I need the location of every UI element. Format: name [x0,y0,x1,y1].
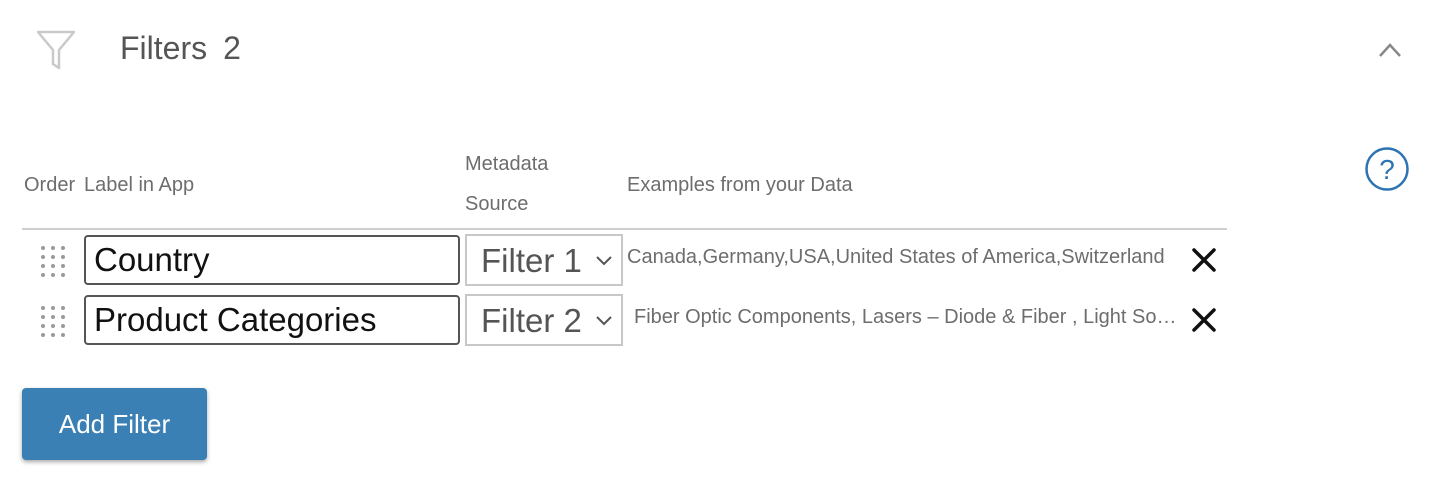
metadata-source-select[interactable]: Filter 1 [465,234,623,286]
chevron-down-icon [596,256,612,266]
page-title: Filters 2 [120,30,241,67]
column-header-order: Order [24,174,76,196]
select-value: Filter 1 [481,242,582,279]
help-icon[interactable]: ? [1364,146,1410,192]
column-header-source: Metadata Source [465,153,549,215]
examples-text: Canada,Germany,USA,United States of Amer… [627,246,1165,268]
examples-text: Fiber Optic Components, Lasers – Diode &… [634,306,1182,328]
label-input[interactable] [84,295,460,345]
filter-funnel-icon [36,30,76,70]
metadata-source-select[interactable]: Filter 2 [465,294,623,346]
chevron-up-icon[interactable] [1376,38,1404,62]
add-filter-button[interactable]: Add Filter [22,388,207,460]
label-input[interactable] [84,235,460,285]
chevron-down-icon [596,316,612,326]
close-icon[interactable] [1190,306,1218,334]
drag-handle-icon[interactable] [38,304,68,340]
filters-header: Filters 2 [0,0,1444,100]
column-header-label: Label in App [84,174,195,196]
close-icon[interactable] [1190,246,1218,274]
drag-handle-icon[interactable] [38,244,68,280]
table-header: Order Label in App Metadata Source Examp… [22,140,1227,230]
svg-text:?: ? [1379,154,1395,185]
filters-count: 2 [223,30,241,66]
select-value: Filter 2 [481,302,582,339]
table-row: Filter 1 Canada,Germany,USA,United State… [22,230,1227,290]
table-row: Filter 2 Fiber Optic Components, Lasers … [22,290,1227,350]
filters-table: Order Label in App Metadata Source Examp… [22,140,1227,350]
filters-title: Filters [120,30,208,66]
column-header-examples: Examples from your Data [627,174,853,196]
